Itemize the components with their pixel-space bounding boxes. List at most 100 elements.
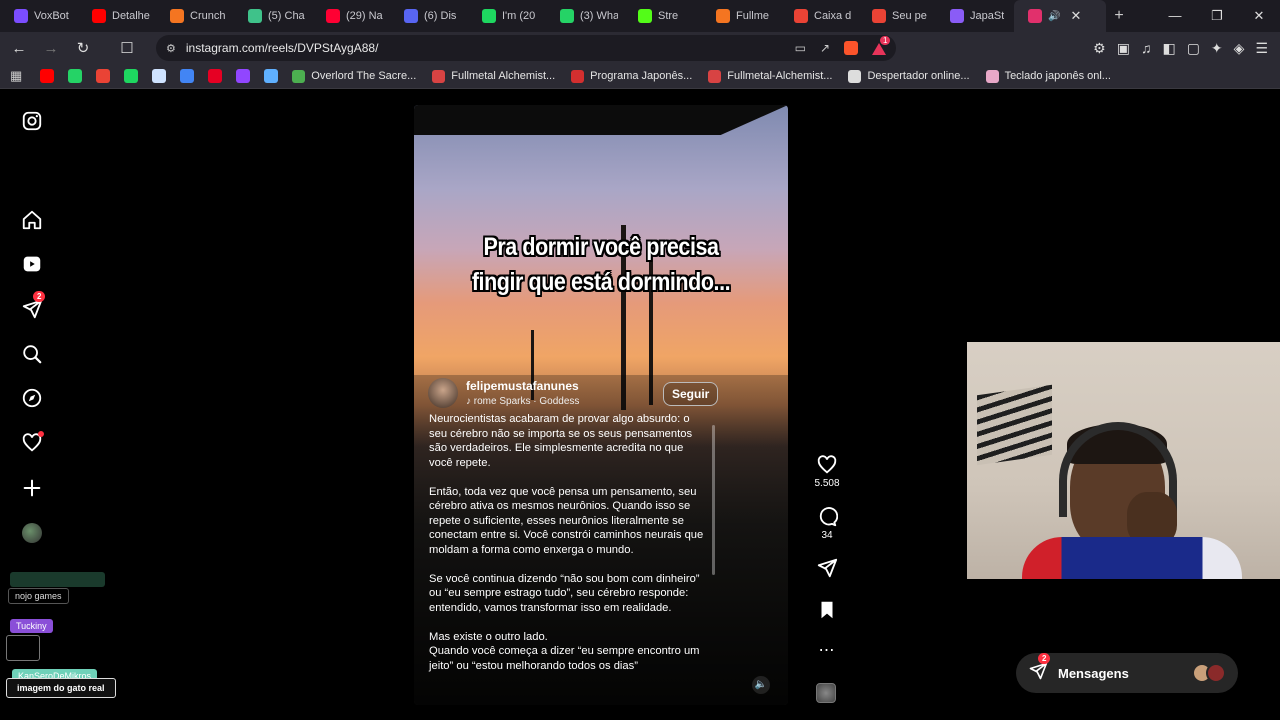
menu-icon[interactable]: ☰ — [1255, 40, 1268, 57]
leo-icon[interactable]: ✦ — [1211, 40, 1223, 57]
wallet-icon[interactable]: ▢ — [1187, 40, 1200, 57]
bookmark-favicon-icon[interactable] — [236, 69, 251, 83]
share-button[interactable] — [805, 557, 849, 579]
search-icon[interactable] — [20, 342, 44, 366]
description-scrollbar[interactable] — [712, 425, 715, 575]
browser-tab[interactable]: (29) Na — [312, 0, 390, 32]
rewards-badge: 1 — [880, 36, 891, 45]
tab-title: Detalhe — [112, 10, 150, 22]
avatar — [1206, 663, 1226, 683]
music-note-icon: ♪ — [466, 396, 471, 407]
bookmark-icon[interactable]: ☐ — [114, 39, 140, 57]
browser-tab[interactable]: Fullme — [702, 0, 780, 32]
reload-icon[interactable]: ↻ — [70, 39, 96, 57]
url-text[interactable]: instagram.com/reels/DVPStAygA88/ — [186, 41, 379, 55]
browser-tab-active[interactable]: 🔊 ✕ — [1014, 0, 1106, 32]
apps-grid-icon[interactable]: ▦ — [10, 68, 22, 84]
bookmark-favicon-icon[interactable] — [264, 69, 279, 83]
reel-video[interactable]: Pra dormir você precisa fingir que está … — [414, 105, 788, 705]
bookmark-favicon-icon[interactable] — [68, 69, 83, 83]
notification-badge: 2 — [33, 291, 46, 302]
follow-button[interactable]: Seguir — [663, 382, 719, 406]
bookmark-favicon-icon[interactable] — [124, 69, 139, 83]
minimize-icon[interactable]: — — [1154, 8, 1196, 24]
browser-tab[interactable]: (3) Wha — [546, 0, 624, 32]
browser-tab[interactable]: JapaSt — [936, 0, 1014, 32]
direct-messages-icon[interactable]: 2 — [20, 291, 46, 321]
browser-tab[interactable]: Seu pe — [858, 0, 936, 32]
home-icon[interactable] — [20, 208, 44, 232]
tab-title: Seu pe — [892, 10, 927, 22]
overlay-tag-tuckiny: Tuckiny — [10, 619, 53, 633]
bookmark-favicon-icon[interactable] — [180, 69, 195, 83]
bookmark-favicon-icon — [708, 69, 722, 83]
forward-icon[interactable]: → — [38, 40, 64, 57]
browser-tab[interactable]: VoxBot — [0, 0, 78, 32]
browser-tab[interactable]: Detalhe — [78, 0, 156, 32]
overlay-blank-tag — [10, 572, 105, 587]
close-tab-icon[interactable]: ✕ — [1070, 8, 1081, 24]
bookmark-item[interactable]: Fullmetal Alchemist... — [432, 69, 555, 83]
audio-thumbnail[interactable] — [816, 683, 836, 703]
webcam-overlay — [967, 342, 1280, 579]
extensions-icon[interactable]: ⚙ — [1093, 40, 1106, 57]
media-icon[interactable]: ♫ — [1141, 40, 1152, 57]
create-icon[interactable] — [20, 476, 44, 500]
new-tab-icon[interactable]: + — [1106, 7, 1132, 25]
browser-tab[interactable]: Caixa d — [780, 0, 858, 32]
messages-label: Mensagens — [1058, 665, 1129, 681]
site-info-icon[interactable]: ⚙ — [166, 42, 176, 55]
instagram-logo-icon[interactable] — [20, 109, 44, 133]
bookmark-favicon-icon[interactable] — [208, 69, 223, 83]
reels-icon[interactable] — [20, 252, 44, 276]
author-name[interactable]: felipemustafanunes — [466, 379, 579, 393]
overlay-tag-nojo-games: nojo games — [8, 588, 69, 604]
bookmark-favicon-icon[interactable] — [96, 69, 111, 83]
share-icon[interactable]: ↗ — [820, 41, 830, 55]
sound-icon[interactable]: 🔈 — [752, 676, 770, 694]
browser-tab[interactable]: I'm (20 — [468, 0, 546, 32]
browser-tab[interactable]: (6) Dis — [390, 0, 468, 32]
bookmark-item[interactable]: Overlord The Sacre... — [292, 69, 416, 83]
like-button[interactable]: 5.508 — [805, 454, 849, 489]
save-button[interactable] — [805, 599, 849, 621]
browser-tab[interactable]: Crunch — [156, 0, 234, 32]
reel-music[interactable]: ♪ rome Sparks · Goddess — [466, 396, 579, 407]
more-options-icon[interactable]: ⋯ — [805, 640, 849, 660]
notifications-heart-icon[interactable] — [20, 431, 44, 455]
sidebar-icon[interactable]: ◧ — [1162, 40, 1175, 57]
tab-favicon-icon — [14, 9, 28, 23]
cast-icon[interactable]: ▭ — [795, 41, 806, 55]
screenshot-icon[interactable]: ▣ — [1117, 40, 1130, 57]
brave-shields-icon[interactable] — [844, 41, 858, 55]
vpn-icon[interactable]: ◈ — [1234, 40, 1245, 57]
browser-tab[interactable]: (5) Cha — [234, 0, 312, 32]
author-avatar[interactable] — [428, 378, 458, 408]
webcam-background-shelf — [977, 384, 1052, 466]
messages-button[interactable]: 2 Mensagens — [1016, 652, 1238, 693]
bookmark-item[interactable]: Fullmetal-Alchemist... — [708, 69, 832, 83]
address-bar[interactable]: ⚙ instagram.com/reels/DVPStAygA88/ ▭ ↗ 1 — [156, 35, 896, 61]
bookmark-item[interactable]: Teclado japonês onl... — [985, 69, 1111, 83]
bookmarks-bar: ▦ Overlord The Sacre... Fullmetal Alchemi… — [0, 64, 1280, 89]
tab-title: Crunch — [190, 10, 226, 22]
explore-icon[interactable] — [20, 386, 44, 410]
speaker-icon[interactable]: 🔊 — [1048, 11, 1060, 22]
bookmark-favicon-icon — [432, 69, 446, 83]
restore-icon[interactable]: ❐ — [1196, 8, 1238, 24]
tab-title: JapaSt — [970, 10, 1005, 22]
tab-favicon-icon — [326, 9, 340, 23]
bookmark-favicon-icon[interactable] — [152, 69, 167, 83]
profile-avatar[interactable] — [20, 521, 44, 545]
bookmark-favicon-icon[interactable] — [40, 69, 55, 83]
comment-button[interactable]: 34 — [805, 506, 849, 541]
back-icon[interactable]: ← — [6, 40, 32, 57]
tab-strip: VoxBot Detalhe Crunch (5) Cha (29) Na (6) Dis… — [0, 0, 1280, 32]
browser-tab[interactable]: Stre — [624, 0, 702, 32]
brave-rewards-icon[interactable]: 1 — [872, 36, 891, 55]
notification-dot — [38, 431, 44, 437]
close-window-icon[interactable]: ✕ — [1238, 8, 1280, 24]
bookmark-item[interactable]: Despertador online... — [848, 69, 970, 83]
overlay-menu-box — [6, 635, 40, 661]
bookmark-item[interactable]: Programa Japonês... — [571, 69, 692, 83]
